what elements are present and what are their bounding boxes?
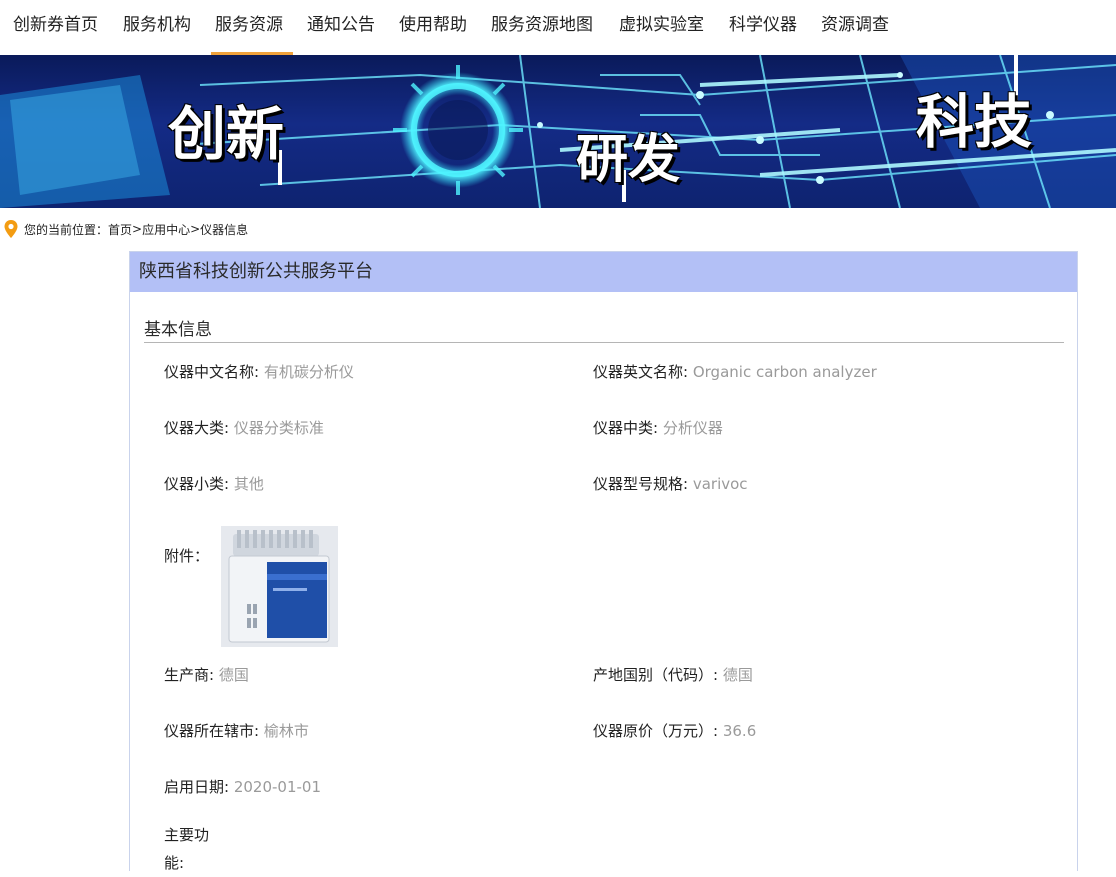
nav-item-resource-map[interactable]: 服务资源地图 (491, 0, 593, 55)
field-category-major: 仪器大类: 仪器分类标准 (164, 418, 324, 438)
field-label: 仪器所在辖市: (164, 722, 260, 740)
field-value: 榆林市 (263, 722, 309, 740)
panel-title: 陕西省科技创新公共服务平台 (130, 252, 1077, 292)
field-value: 德国 (218, 666, 249, 684)
nav-item-service-agencies[interactable]: 服务机构 (123, 0, 191, 55)
breadcrumb-current: 仪器信息 (200, 222, 249, 237)
field-manufacturer: 生产商: 德国 (164, 665, 249, 685)
breadcrumb-app-center[interactable]: 应用中心 (142, 221, 190, 238)
field-city: 仪器所在辖市: 榆林市 (164, 721, 309, 741)
field-category-mid: 仪器中类: 分析仪器 (593, 418, 723, 438)
nav-item-help[interactable]: 使用帮助 (399, 0, 467, 55)
field-origin-country: 产地国别（代码）: 德国 (593, 665, 753, 685)
breadcrumb-home[interactable]: 首页 (108, 221, 132, 238)
field-value: varivoc (692, 475, 748, 493)
field-label: 仪器中文名称: (164, 363, 260, 381)
attachment-label: 附件： (164, 547, 210, 565)
top-nav: 创新券首页 服务机构 服务资源 通知公告 使用帮助 服务资源地图 虚拟实验室 科… (0, 0, 1116, 55)
field-value: 有机碳分析仪 (263, 363, 354, 381)
breadcrumb-prefix: 您的当前位置： (24, 222, 109, 237)
field-label: 生产商: (164, 666, 215, 684)
field-label: 仪器原价（万元）: (593, 722, 719, 740)
banner: 创新 研发 科技 (0, 55, 1116, 208)
field-label: 仪器型号规格: (593, 475, 689, 493)
field-value: 仪器分类标准 (233, 419, 324, 437)
field-value: 36.6 (722, 722, 757, 740)
field-label: 产地国别（代码）: (593, 666, 719, 684)
field-model: 仪器型号规格: varivoc (593, 474, 748, 494)
location-pin-icon (4, 220, 18, 238)
field-value: 德国 (722, 666, 753, 684)
attachment-thumbnail[interactable] (221, 526, 338, 647)
field-value: 其他 (233, 475, 264, 493)
field-price: 仪器原价（万元）: 36.6 (593, 721, 756, 741)
breadcrumb-separator: > (132, 222, 143, 236)
field-start-date: 启用日期: 2020-01-01 (164, 777, 321, 797)
instrument-detail-panel: 陕西省科技创新公共服务平台 基本信息 仪器中文名称: 有机碳分析仪 仪器英文名称… (129, 251, 1078, 872)
nav-item-home[interactable]: 创新券首页 (13, 0, 98, 55)
field-label: 启用日期: (164, 778, 230, 796)
nav-item-scientific-instruments[interactable]: 科学仪器 (729, 0, 797, 55)
nav-item-virtual-lab[interactable]: 虚拟实验室 (619, 0, 704, 55)
field-label: 仪器大类: (164, 419, 230, 437)
breadcrumb-separator: > (190, 222, 201, 236)
nav-item-notices[interactable]: 通知公告 (307, 0, 375, 55)
field-label: 仪器英文名称: (593, 363, 689, 381)
nav-item-service-resources[interactable]: 服务资源 (215, 0, 283, 55)
field-name-cn: 仪器中文名称: 有机碳分析仪 (164, 362, 354, 382)
banner-word-technology: 科技 (916, 88, 1033, 156)
section-title-basic-info: 基本信息 (144, 320, 212, 340)
field-value: 2020-01-01 (233, 778, 322, 796)
field-value: 分析仪器 (662, 419, 723, 437)
section-divider (144, 342, 1064, 343)
nav-item-resource-survey[interactable]: 资源调查 (821, 0, 889, 55)
field-name-en: 仪器英文名称: Organic carbon analyzer (593, 362, 877, 382)
banner-word-rnd: 研发 (576, 130, 681, 190)
field-label: 仪器中类: (593, 419, 659, 437)
field-value: Organic carbon analyzer (692, 363, 877, 381)
main-function-label: 主要功能: (164, 826, 210, 872)
banner-word-innovation: 创新 (168, 100, 285, 168)
field-category-minor: 仪器小类: 其他 (164, 474, 264, 494)
instrument-photo-image (221, 526, 338, 647)
breadcrumb: 您的当前位置： 首页 > 应用中心 > 仪器信息 (4, 219, 248, 239)
field-label: 仪器小类: (164, 475, 230, 493)
